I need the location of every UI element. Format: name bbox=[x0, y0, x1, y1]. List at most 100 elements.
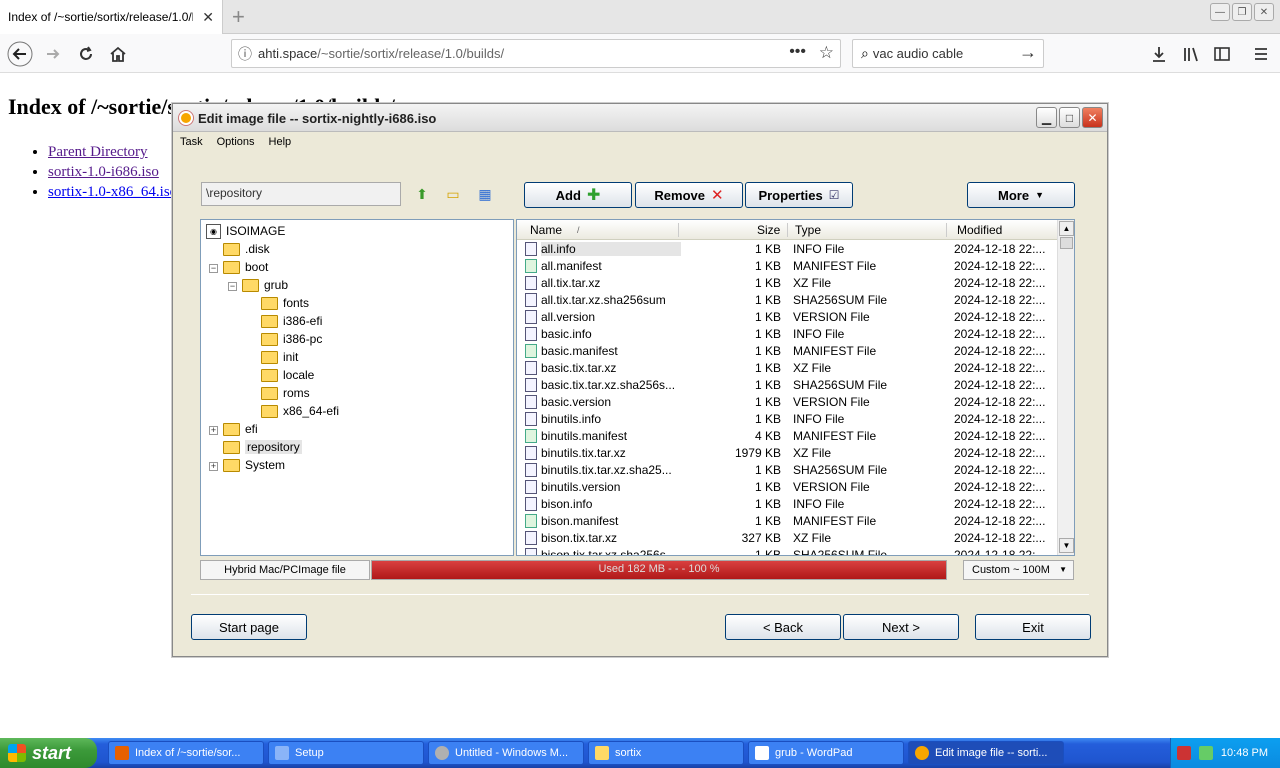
taskbar-item-browser[interactable]: Index of /~sortie/sor... bbox=[108, 741, 264, 765]
collapse-toggle[interactable]: − bbox=[209, 264, 218, 273]
table-row[interactable]: bison.tix.tar.xz.sha256s... 1 KB SHA256SUM… bbox=[517, 547, 1057, 555]
column-modified[interactable]: Modified bbox=[957, 223, 1002, 237]
tree-item-i386-pc[interactable]: i386-pc bbox=[261, 330, 322, 348]
security-shield-icon[interactable] bbox=[1176, 746, 1191, 760]
page-actions-icon[interactable]: ••• bbox=[789, 43, 806, 61]
table-row[interactable]: binutils.tix.tar.xz 1979 KB XZ File 2024-12… bbox=[517, 445, 1057, 462]
taskbar-item-edit-image[interactable]: Edit image file -- sorti... bbox=[908, 741, 1064, 765]
clock[interactable]: 10:48 PM bbox=[1221, 747, 1268, 759]
iso-link-i686[interactable]: sortix-1.0-i686.iso bbox=[48, 164, 159, 180]
table-row[interactable]: basic.info 1 KB INFO File 2024-12-18 22:... bbox=[517, 326, 1057, 343]
file-modified: 2024-12-18 22:... bbox=[954, 361, 1046, 375]
maximize-button[interactable]: ❐ bbox=[1232, 3, 1252, 21]
table-row[interactable]: basic.version 1 KB VERSION File 2024-12-18 … bbox=[517, 394, 1057, 411]
exit-button[interactable]: Exit bbox=[975, 614, 1091, 640]
tree-item-grub[interactable]: grub bbox=[242, 276, 288, 294]
iso-link-x86_64[interactable]: sortix-1.0-x86_64.iso bbox=[48, 184, 177, 200]
tree-item-locale[interactable]: locale bbox=[261, 366, 314, 384]
taskbar-item-sortix-folder[interactable]: sortix bbox=[588, 741, 744, 765]
sidebar-icon[interactable] bbox=[1208, 41, 1236, 67]
scroll-up-icon[interactable]: ▲ bbox=[1059, 221, 1074, 236]
current-path-field[interactable]: \repository bbox=[201, 182, 401, 206]
bookmark-star-icon[interactable]: ☆ bbox=[819, 43, 834, 63]
start-button[interactable]: start bbox=[0, 738, 97, 768]
dialog-titlebar[interactable]: Edit image file -- sortix-nightly-i686.i… bbox=[173, 104, 1107, 132]
table-row[interactable]: all.info 1 KB INFO File 2024-12-18 22:... bbox=[517, 241, 1057, 258]
expand-toggle[interactable]: + bbox=[209, 426, 218, 435]
forward-arrow-icon[interactable] bbox=[39, 41, 67, 67]
view-grid-icon[interactable]: ▦ bbox=[476, 186, 494, 202]
browser-tab[interactable]: Index of /~sortie/sortix/release/1.0/bui… bbox=[0, 0, 223, 34]
table-row[interactable]: basic.manifest 1 KB MANIFEST File 2024-12-1… bbox=[517, 343, 1057, 360]
menu-task[interactable]: Task bbox=[180, 136, 203, 148]
tree-item-boot[interactable]: boot bbox=[223, 258, 268, 276]
table-row[interactable]: binutils.info 1 KB INFO File 2024-12-18 22:… bbox=[517, 411, 1057, 428]
remove-button[interactable]: Remove ✕ bbox=[635, 182, 743, 208]
tree-item-init[interactable]: init bbox=[261, 348, 298, 366]
parent-directory-link[interactable]: Parent Directory bbox=[48, 144, 148, 160]
table-row[interactable]: binutils.version 1 KB VERSION File 2024-12-… bbox=[517, 479, 1057, 496]
collapse-toggle[interactable]: − bbox=[228, 282, 237, 291]
media-size-select[interactable]: Custom ~ 100M ▼ bbox=[963, 560, 1074, 580]
table-row[interactable]: basic.tix.tar.xz 1 KB XZ File 2024-12-18 22… bbox=[517, 360, 1057, 377]
vertical-scrollbar[interactable]: ▲ ▼ bbox=[1057, 220, 1074, 555]
close-button[interactable]: ✕ bbox=[1082, 107, 1103, 128]
taskbar-item-movie-maker[interactable]: Untitled - Windows M... bbox=[428, 741, 584, 765]
more-button[interactable]: More ▼ bbox=[967, 182, 1075, 208]
taskbar-item-setup[interactable]: Setup bbox=[268, 741, 424, 765]
search-go-arrow-icon[interactable]: → bbox=[1019, 42, 1037, 63]
minimize-button[interactable]: ▁ bbox=[1036, 107, 1057, 128]
menu-options[interactable]: Options bbox=[217, 136, 255, 148]
column-type[interactable]: Type bbox=[795, 223, 821, 237]
maximize-button[interactable]: □ bbox=[1059, 107, 1080, 128]
add-button[interactable]: Add ✚ bbox=[524, 182, 632, 208]
library-icon[interactable] bbox=[1177, 41, 1205, 67]
scroll-thumb[interactable] bbox=[1060, 237, 1073, 249]
expand-toggle[interactable]: + bbox=[209, 462, 218, 471]
table-row[interactable]: binutils.tix.tar.xz.sha25... 1 KB SHA256SU… bbox=[517, 462, 1057, 479]
tree-item-efi[interactable]: efi bbox=[223, 420, 258, 438]
home-icon[interactable] bbox=[104, 41, 132, 67]
search-bar[interactable]: ⌕ vac audio cable → bbox=[852, 39, 1044, 68]
start-page-button[interactable]: Start page bbox=[191, 614, 307, 640]
table-row[interactable]: bison.tix.tar.xz 327 KB XZ File 2024-12-18 … bbox=[517, 530, 1057, 547]
table-row[interactable]: all.tix.tar.xz.sha256sum 1 KB SHA256SUM Fi… bbox=[517, 292, 1057, 309]
tree-item-repository[interactable]: repository bbox=[223, 438, 302, 456]
search-input[interactable]: vac audio cable bbox=[873, 46, 963, 61]
column-name[interactable]: Name bbox=[530, 223, 562, 237]
url-bar[interactable]: ⓘ ahti.space /~sortie/sortix/release/1.0… bbox=[231, 39, 841, 68]
tree-item-i386-efi[interactable]: i386-efi bbox=[261, 312, 322, 330]
close-button[interactable]: ✕ bbox=[1254, 3, 1274, 21]
new-tab-button[interactable]: + bbox=[232, 4, 245, 30]
column-size[interactable]: Size bbox=[757, 223, 780, 237]
table-row[interactable]: all.tix.tar.xz 1 KB XZ File 2024-12-18 22:.… bbox=[517, 275, 1057, 292]
minimize-button[interactable]: — bbox=[1210, 3, 1230, 21]
back-arrow-icon[interactable] bbox=[6, 41, 34, 67]
download-icon[interactable] bbox=[1145, 41, 1173, 67]
table-row[interactable]: bison.info 1 KB INFO File 2024-12-18 22:... bbox=[517, 496, 1057, 513]
tree-item-disk[interactable]: .disk bbox=[223, 240, 270, 258]
tree-item-fonts[interactable]: fonts bbox=[261, 294, 309, 312]
menu-icon[interactable] bbox=[1247, 41, 1275, 67]
network-icon[interactable] bbox=[1198, 746, 1213, 760]
table-row[interactable]: bison.manifest 1 KB MANIFEST File 2024-12-1… bbox=[517, 513, 1057, 530]
tree-item-x86_64-efi[interactable]: x86_64-efi bbox=[261, 402, 339, 420]
up-folder-icon[interactable]: ⬆ bbox=[413, 186, 431, 202]
table-row[interactable]: binutils.manifest 4 KB MANIFEST File 2024-1… bbox=[517, 428, 1057, 445]
table-row[interactable]: all.version 1 KB VERSION File 2024-12-18 22… bbox=[517, 309, 1057, 326]
back-button[interactable]: < Back bbox=[725, 614, 841, 640]
table-row[interactable]: all.manifest 1 KB MANIFEST File 2024-12-18 … bbox=[517, 258, 1057, 275]
info-icon[interactable]: ⓘ bbox=[232, 44, 258, 64]
menu-help[interactable]: Help bbox=[269, 136, 292, 148]
table-row[interactable]: basic.tix.tar.xz.sha256s... 1 KB SHA256SUM… bbox=[517, 377, 1057, 394]
next-button[interactable]: Next > bbox=[843, 614, 959, 640]
close-icon[interactable]: ✕ bbox=[202, 9, 214, 26]
properties-button[interactable]: Properties ☑ bbox=[745, 182, 853, 208]
scroll-down-icon[interactable]: ▼ bbox=[1059, 538, 1074, 553]
tree-item-system[interactable]: System bbox=[223, 456, 285, 474]
new-folder-icon[interactable]: ▭ bbox=[444, 186, 462, 202]
tree-item-roms[interactable]: roms bbox=[261, 384, 310, 402]
reload-icon[interactable] bbox=[72, 41, 100, 67]
taskbar-item-wordpad[interactable]: grub - WordPad bbox=[748, 741, 904, 765]
tree-item-isoimage[interactable]: ◉ ISOIMAGE bbox=[206, 222, 285, 240]
